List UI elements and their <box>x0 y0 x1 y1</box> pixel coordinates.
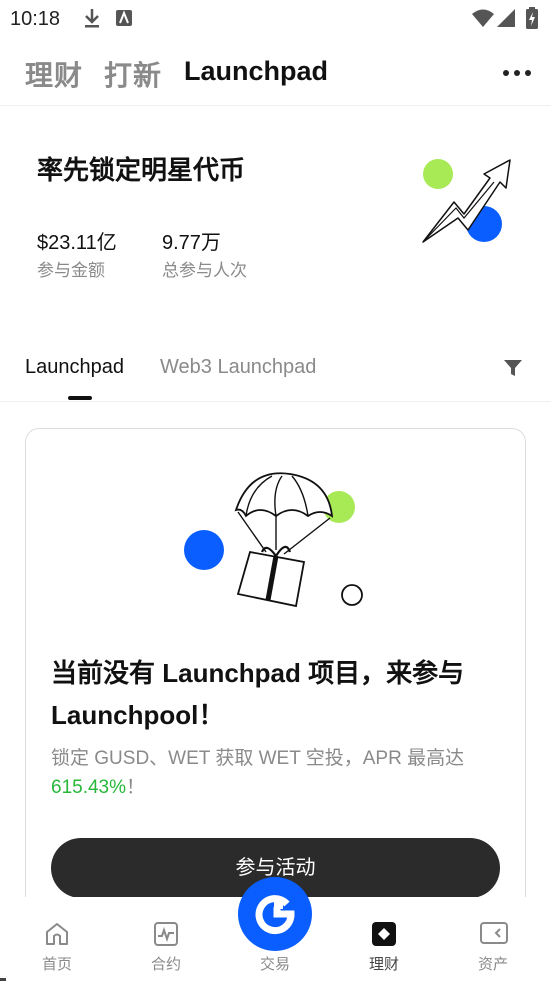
parachute-gift-illustration <box>184 472 363 608</box>
sub-tab-web3-launchpad[interactable]: Web3 Launchpad <box>160 356 316 379</box>
battery-icon <box>526 7 538 34</box>
empty-state-title: 当前没有 Launchpad 项目，来参与 Launchpool！ <box>51 658 465 730</box>
app-notification-icon <box>116 10 132 31</box>
status-time: 10:18 <box>10 8 61 30</box>
apr-value: 615.43% <box>51 777 127 798</box>
participation-amount-value: $23.11亿 <box>37 232 117 254</box>
sub-tab-divider <box>0 401 551 402</box>
status-bar: 10:18 <box>0 0 551 36</box>
home-icon <box>44 921 70 952</box>
trade-logo-icon[interactable] <box>238 877 312 951</box>
participation-amount-label: 参与金额 <box>37 261 105 280</box>
empty-state-description: 锁定 GUSD、WET 获取 WET 空投，APR 最高达 615.43%！ <box>51 744 501 802</box>
wallet-icon <box>480 921 508 950</box>
participants-label: 总参与人次 <box>162 261 247 280</box>
download-icon <box>83 8 101 33</box>
earn-icon <box>371 921 397 952</box>
bottom-nav-home-label: 首页 <box>41 956 72 973</box>
growth-arrow-illustration <box>422 159 511 243</box>
futures-chart-icon <box>153 921 179 952</box>
bottom-nav-home[interactable]: 首页 <box>2 897 112 981</box>
active-tab-indicator <box>68 396 92 400</box>
top-nav: 理财 打新 Launchpad <box>0 44 551 104</box>
bottom-nav-futures[interactable]: 合约 <box>111 897 221 981</box>
bottom-nav-earn-label: 理财 <box>368 956 399 973</box>
filter-icon[interactable] <box>503 358 523 383</box>
bottom-nav-earn[interactable]: 理财 <box>329 897 439 981</box>
empty-state-desc-text: 锁定 GUSD、WET 获取 WET 空投，APR 最高达 <box>51 748 465 769</box>
top-tab-launchpad[interactable]: Launchpad <box>184 56 328 87</box>
wifi-icon <box>472 9 494 32</box>
signal-icon <box>497 9 515 32</box>
hero-title: 率先锁定明星代币 <box>37 155 246 185</box>
empty-state-desc-suffix: ！ <box>126 777 146 798</box>
participants-value: 9.77万 <box>162 232 221 254</box>
top-tab-daxin[interactable]: 打新 <box>104 54 162 94</box>
nav-divider <box>0 105 551 106</box>
bottom-nav-trade-label: 交易 <box>259 956 290 973</box>
bottom-nav-futures-label: 合约 <box>150 956 181 973</box>
sub-tab-launchpad[interactable]: Launchpad <box>25 356 124 379</box>
bottom-nav-assets[interactable]: 资产 <box>438 897 548 981</box>
top-tab-licai[interactable]: 理财 <box>25 54 83 94</box>
more-dots-icon[interactable] <box>503 70 531 78</box>
bottom-nav-assets-label: 资产 <box>477 956 508 973</box>
